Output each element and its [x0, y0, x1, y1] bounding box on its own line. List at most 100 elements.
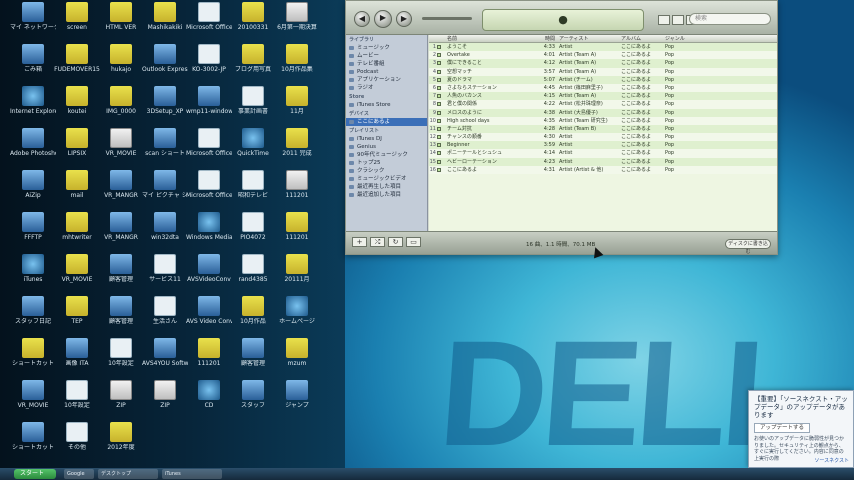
desktop-icon[interactable]: 111201 [274, 212, 320, 258]
desktop-icon[interactable]: VR_MANGR [98, 170, 144, 216]
desktop-icon[interactable]: 20111月 [274, 254, 320, 300]
desktop-icon[interactable]: マイ ネットワーク [10, 2, 56, 48]
desktop-icon[interactable]: HTML VER [98, 2, 144, 48]
notification-link[interactable]: ソースネクスト [814, 457, 849, 464]
track-row[interactable]: 1 ようこそ 4:33 Artist ここにあるよ Pop [429, 43, 777, 52]
track-row[interactable]: 3 僕にできること 4:12 Artist (Team A) ここにあるよ Pop [429, 59, 777, 68]
desktop-icon[interactable]: 画像 ITA [54, 338, 100, 384]
desktop-icon[interactable]: 2011 完成 [274, 128, 320, 174]
desktop-icon[interactable]: win32dta [142, 212, 188, 258]
repeat-button[interactable]: ↻ [388, 237, 403, 247]
desktop-icon[interactable]: ジャンプ [274, 380, 320, 426]
sidebar-item-library[interactable]: ラジオ [346, 84, 427, 92]
desktop-icon[interactable]: iTunes [10, 254, 56, 300]
desktop-icon[interactable]: ZIP [142, 380, 188, 426]
desktop-icon[interactable]: ホームページ [274, 296, 320, 342]
track-checkbox[interactable] [437, 92, 445, 100]
desktop-icon[interactable]: VR_MOVIE [10, 380, 56, 426]
desktop-icon[interactable]: ZIP [98, 380, 144, 426]
sidebar-item-playlist[interactable]: ミュージックビデオ [346, 175, 427, 183]
col-artist[interactable]: アーティスト [559, 35, 621, 42]
desktop-icon[interactable]: 111201 [186, 338, 232, 384]
track-row[interactable]: 10 High school days 4:35 Artist (Team 研究生) こ… [429, 116, 777, 125]
desktop-icon[interactable]: AiZip [10, 170, 56, 216]
desktop-icon[interactable]: CD [186, 380, 232, 426]
desktop-icon[interactable]: Internet Explorer [10, 86, 56, 132]
track-checkbox[interactable] [437, 125, 445, 133]
desktop-icon[interactable]: 事業計画書 [230, 86, 276, 132]
desktop-icon[interactable]: mhtwriter [54, 212, 100, 258]
desktop-icon[interactable]: 10月作品 [230, 296, 276, 342]
desktop-icon[interactable]: TEP [54, 296, 100, 342]
search-input[interactable]: 検索 [689, 13, 771, 25]
desktop-icon[interactable]: VR_MANGR [98, 212, 144, 258]
track-row[interactable]: 15 ヘビーローテーション 4:23 Artist ここにあるよ Pop [429, 157, 777, 166]
track-row[interactable]: 7 人魚のバカンス 4:15 Artist (Team A) ここにあるよ Pop [429, 92, 777, 101]
desktop-icon[interactable]: VR_MOVIE [54, 254, 100, 300]
track-checkbox[interactable] [437, 133, 445, 141]
desktop-icon[interactable]: AVS Video Converter [186, 296, 232, 342]
desktop-icon[interactable]: mail [54, 170, 100, 216]
col-genre[interactable]: ジャンル [665, 35, 695, 42]
track-checkbox[interactable] [437, 76, 445, 84]
desktop-icon[interactable]: 顧客管理 [230, 338, 276, 384]
desktop-icon[interactable]: FUDEMOVER15 [54, 44, 100, 90]
desktop-icon[interactable]: AVS4YOU Software [142, 338, 188, 384]
desktop-icon[interactable]: wmp11-window [186, 86, 232, 132]
sidebar-item-device[interactable]: ここにあるよ [346, 118, 427, 126]
desktop-icon[interactable]: scan ショート [142, 128, 188, 174]
desktop-icon[interactable]: AVSVideoConv [186, 254, 232, 300]
sidebar-item-library[interactable]: Podcast [346, 68, 427, 76]
desktop-icon[interactable]: Adobe Photoshop [10, 128, 56, 174]
desktop-icon[interactable]: PIO4072 [230, 212, 276, 258]
sidebar-item-playlist[interactable]: 90年代ミュージック [346, 151, 427, 159]
desktop-icon[interactable]: Microsoft Office Word 2007 [186, 170, 232, 216]
volume-slider[interactable] [422, 17, 472, 20]
track-checkbox[interactable] [437, 68, 445, 76]
sidebar-item-playlist[interactable]: 最近追加した項目 [346, 191, 427, 199]
desktop-icon[interactable]: ブログ用写真 [230, 44, 276, 90]
desktop-icon[interactable]: Mashikakiki [142, 2, 188, 48]
desktop-icon[interactable]: Outlook Express [142, 44, 188, 90]
artwork-button[interactable]: ▭ [406, 237, 421, 247]
track-checkbox[interactable] [437, 59, 445, 67]
sidebar-item-library[interactable]: アプリケーション [346, 76, 427, 84]
track-checkbox[interactable] [437, 158, 445, 166]
desktop-icon[interactable]: マイ ピクチャ ショートカット [142, 170, 188, 216]
sidebar-item-library[interactable]: テレビ番組 [346, 60, 427, 68]
col-time[interactable]: 時間 [537, 35, 559, 42]
track-row[interactable]: 13 Beginner 3:59 Artist ここにあるよ Pop [429, 141, 777, 150]
desktop-icon[interactable]: Microsoft Office PowerPoint 2007 [186, 128, 232, 174]
desktop-icon[interactable]: 昭和テレビ [230, 170, 276, 216]
track-row[interactable]: 9 メロスのように 4:38 Artist (大島優子) ここにあるよ Pop [429, 108, 777, 117]
album-view-button[interactable] [672, 15, 684, 25]
sidebar-item-playlist[interactable]: トップ25 [346, 159, 427, 167]
burn-disc-button[interactable]: ディスクに書き込む [725, 239, 771, 255]
sidebar-item-playlist[interactable]: クラシック [346, 167, 427, 175]
sidebar-item-store[interactable]: iTunes Store [346, 101, 427, 109]
desktop-icon[interactable]: 111201 [274, 170, 320, 216]
sidebar-item-library[interactable]: ミュージック [346, 44, 427, 52]
desktop-icon[interactable]: 10年設定 [54, 380, 100, 426]
desktop-icon[interactable]: 20100331 [230, 2, 276, 48]
desktop-icon[interactable]: screen [54, 2, 100, 48]
sidebar-item-playlist[interactable]: iTunes DJ [346, 135, 427, 143]
track-row[interactable]: 8 君と僕の関係 4:22 Artist (松井珠理奈) ここにあるよ Pop [429, 100, 777, 109]
desktop-icon[interactable]: スタッフ [230, 380, 276, 426]
desktop-icon[interactable]: KO-3002-JP [186, 44, 232, 90]
desktop-icon[interactable]: VR_MOVIE [98, 128, 144, 174]
col-album[interactable]: アルバム [621, 35, 665, 42]
desktop-icon[interactable]: koutei [54, 86, 100, 132]
desktop-icon[interactable]: 6月第一期決算 [274, 2, 320, 48]
desktop-icon[interactable]: 顧客管理 [98, 296, 144, 342]
desktop-icon[interactable]: mzum [274, 338, 320, 384]
next-button[interactable]: ▶ [396, 11, 412, 27]
desktop-icon[interactable]: 2012年度 [98, 422, 144, 468]
taskbar-item-desktop[interactable]: デスクトップ [98, 469, 158, 479]
desktop-icon[interactable]: 10月作品集 [274, 44, 320, 90]
track-checkbox[interactable] [437, 117, 445, 125]
list-view-button[interactable] [658, 15, 670, 25]
track-row[interactable]: 2 Overtake 4:01 Artist (Team A) ここにあるよ Pop [429, 51, 777, 60]
track-row[interactable]: 16 ここにあるよ 4:31 Artist (Artist & 他) ここにあるよ Pop [429, 165, 777, 174]
desktop-icon[interactable]: 生活さん [142, 296, 188, 342]
